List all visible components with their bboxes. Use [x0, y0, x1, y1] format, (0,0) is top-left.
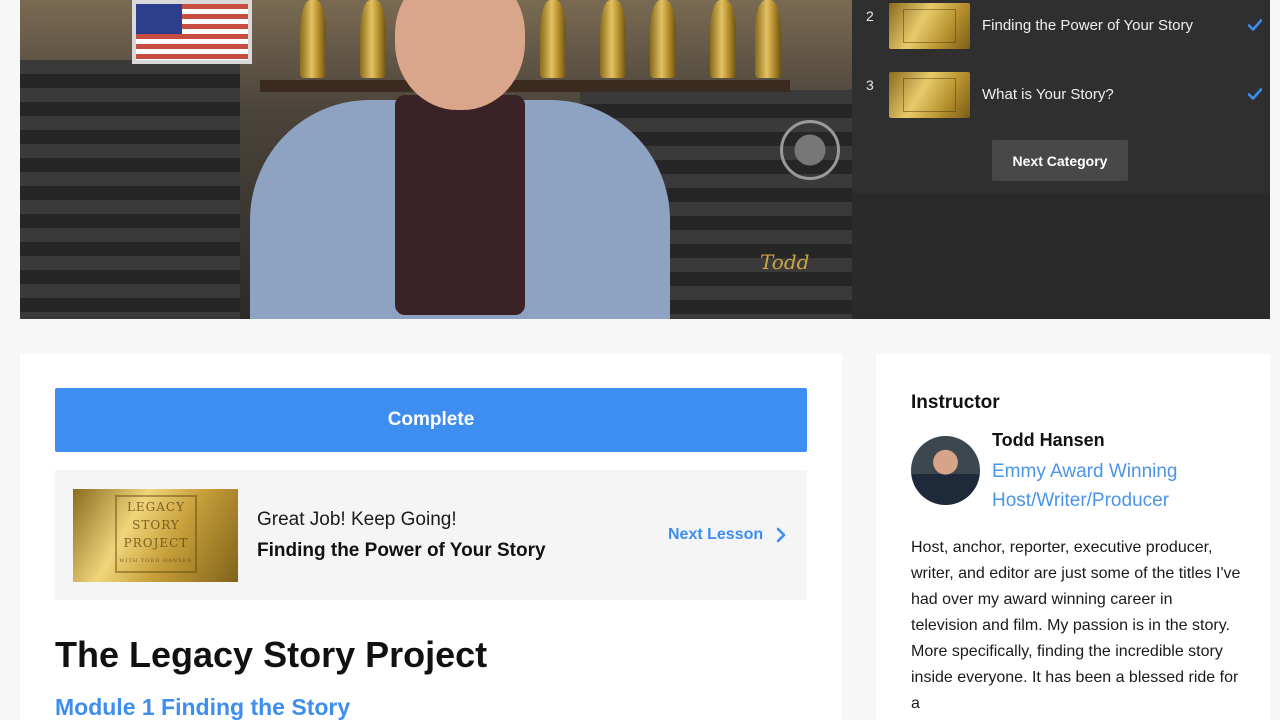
- next-lesson-thumbnail[interactable]: LEGACY STORY PROJECT WITH TODD HANSEN: [73, 489, 238, 582]
- playlist-item[interactable]: 2 Finding the Power of Your Story: [852, 0, 1270, 60]
- course-title: The Legacy Story Project: [55, 634, 488, 675]
- next-lesson-title: Finding the Power of Your Story: [257, 540, 546, 561]
- playlist-item-number: 3: [866, 77, 874, 93]
- checkmark-icon: [1248, 19, 1262, 31]
- video-player[interactable]: Todd: [20, 0, 852, 319]
- playlist-item-thumbnail: [889, 3, 970, 49]
- module-title-link[interactable]: Module 1 Finding the Story: [55, 694, 350, 720]
- acoustic-foam-left: [20, 60, 240, 319]
- chevron-right-icon[interactable]: [775, 527, 787, 543]
- playlist-item-title: Finding the Power of Your Story: [982, 17, 1193, 34]
- next-lesson-panel: LEGACY STORY PROJECT WITH TODD HANSEN Gr…: [55, 470, 807, 600]
- instructor-name: Todd Hansen: [992, 430, 1105, 450]
- lesson-playlist: 2 Finding the Power of Your Story 3 What…: [852, 0, 1270, 193]
- next-lesson-kicker: Great Job! Keep Going!: [257, 509, 457, 530]
- avatar: [911, 436, 980, 505]
- playlist-item-title: What is Your Story?: [982, 86, 1114, 103]
- next-lesson-link[interactable]: Next Lesson: [668, 526, 763, 544]
- playlist-item-thumbnail: [889, 72, 970, 118]
- checkmark-icon: [1248, 88, 1262, 100]
- presenter: [230, 0, 690, 319]
- instructor-heading: Instructor: [911, 392, 1000, 413]
- signature-watermark: Todd: [760, 250, 810, 274]
- trophy-icon: [755, 0, 781, 78]
- microphone-icon: [780, 120, 840, 180]
- playlist-item-number: 2: [866, 8, 874, 24]
- instructor-card: Instructor Todd Hansen Emmy Award Winnin…: [876, 354, 1270, 720]
- instructor-bio: Host, anchor, reporter, executive produc…: [911, 539, 1241, 712]
- video-area: Todd 2 Finding the Power of Your Story 3…: [20, 0, 1270, 319]
- instructor-role-link[interactable]: Emmy Award Winning Host/Writer/Producer: [992, 457, 1242, 515]
- playlist-item[interactable]: 3 What is Your Story?: [852, 69, 1270, 129]
- thumbnail-logo: LEGACY STORY PROJECT WITH TODD HANSEN: [115, 495, 197, 573]
- complete-button[interactable]: Complete: [55, 388, 807, 452]
- lesson-card: Complete LEGACY STORY PROJECT WITH TODD …: [20, 354, 842, 720]
- next-category-button[interactable]: Next Category: [992, 140, 1128, 181]
- trophy-icon: [710, 0, 736, 78]
